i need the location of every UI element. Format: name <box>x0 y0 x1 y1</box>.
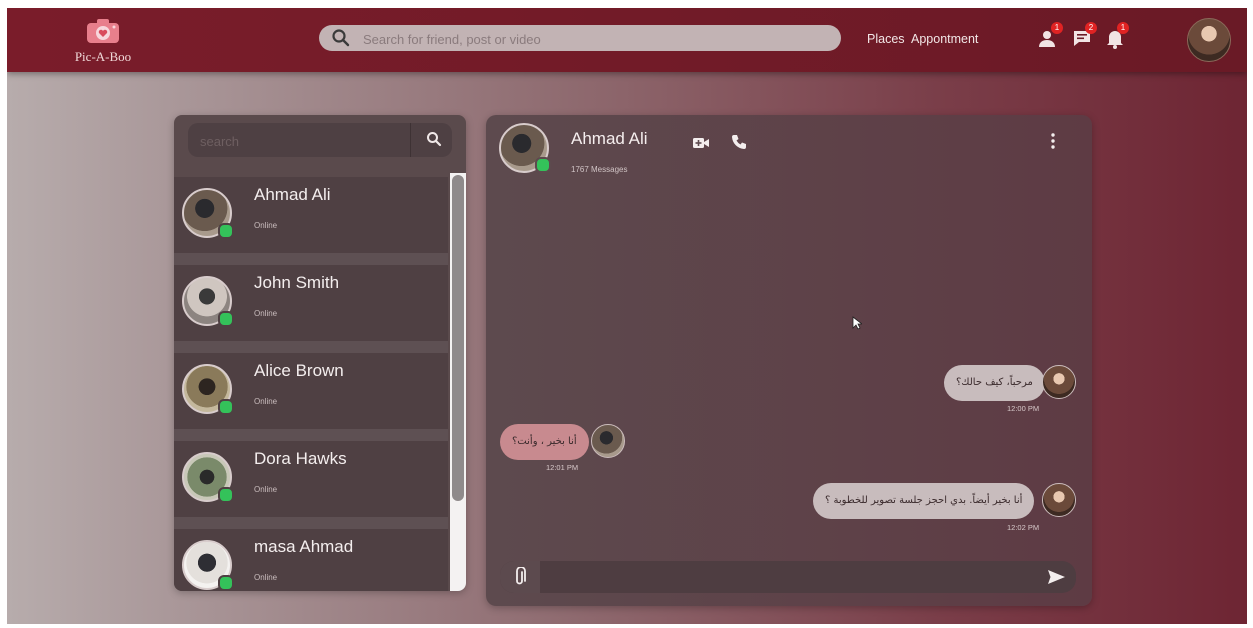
message-time: 12:01 PM <box>546 463 579 472</box>
sender-avatar <box>1042 483 1076 517</box>
logo-text: Pic-A-Boo <box>74 49 132 64</box>
phone-call-icon[interactable] <box>730 133 748 156</box>
friend-requests-badge: 1 <box>1051 22 1063 34</box>
contact-status: Online <box>254 573 278 582</box>
search-icon <box>331 28 351 53</box>
contact-status: Online <box>254 397 278 406</box>
video-call-icon[interactable] <box>692 136 710 155</box>
contact-item[interactable]: Alice Brown Online <box>174 341 448 429</box>
chat-panel: Ahmad Ali 1767 Messages مرحباً، كيف حالك… <box>486 115 1092 606</box>
contact-name: masa Ahmad <box>254 537 354 556</box>
online-indicator <box>218 575 234 591</box>
contact-separator <box>174 429 448 441</box>
contact-separator <box>174 517 448 529</box>
notifications-bell-icon[interactable]: 1 <box>1103 22 1129 50</box>
global-search-input[interactable] <box>361 25 825 53</box>
send-icon[interactable] <box>1046 567 1066 592</box>
message-time: 12:00 PM <box>1007 404 1040 413</box>
camera-heart-icon <box>86 18 120 44</box>
contact-item[interactable]: John Smith Online <box>174 253 448 341</box>
paperclip-icon <box>513 566 527 592</box>
online-indicator <box>218 487 234 503</box>
attach-button[interactable] <box>500 561 540 593</box>
search-divider <box>410 123 411 157</box>
contact-separator <box>174 341 448 353</box>
messages-icon[interactable]: 2 <box>1071 22 1097 50</box>
user-avatar[interactable] <box>1187 18 1231 62</box>
logo[interactable]: Pic-A-Boo <box>67 18 139 65</box>
nav-appointment[interactable]: Appontment <box>911 32 978 46</box>
online-indicator <box>218 311 234 327</box>
friend-requests-icon[interactable]: 1 <box>1037 22 1063 50</box>
contacts-panel: Ahmad Ali Online John Smith Online Alice… <box>174 115 466 591</box>
contact-status: Online <box>254 485 278 494</box>
messages-badge: 2 <box>1085 22 1097 34</box>
global-search-bar[interactable] <box>319 25 841 53</box>
contact-item[interactable]: Dora Hawks Online <box>174 429 448 517</box>
contacts-search[interactable] <box>188 123 452 159</box>
more-options-icon[interactable] <box>1050 132 1056 155</box>
sender-avatar <box>1042 365 1076 399</box>
contacts-scrollbar-thumb[interactable] <box>452 175 464 501</box>
message-bubble-received: أنا بخير ، وأنت؟ <box>500 424 589 460</box>
contacts-list: Ahmad Ali Online John Smith Online Alice… <box>174 177 448 591</box>
contact-name: Ahmad Ali <box>254 185 331 204</box>
contact-separator <box>174 253 448 265</box>
chat-contact-name: Ahmad Ali <box>571 129 648 148</box>
nav-places[interactable]: Places <box>867 32 905 46</box>
search-icon[interactable] <box>426 131 442 152</box>
contact-name: Dora Hawks <box>254 449 347 468</box>
contact-name: Alice Brown <box>254 361 344 380</box>
online-indicator <box>218 399 234 415</box>
top-navbar: Pic-A-Boo Places Appontment 1 2 1 <box>7 8 1247 72</box>
app-page: Pic-A-Boo Places Appontment 1 2 1 <box>7 8 1247 624</box>
mouse-cursor-icon <box>852 316 864 335</box>
contact-status: Online <box>254 309 278 318</box>
contact-item[interactable]: Ahmad Ali Online <box>174 177 448 253</box>
contact-item[interactable]: masa Ahmad Online <box>174 517 448 591</box>
message-bubble-sent: أنا بخير أيضاً. بدي احجز جلسة تصوير للخط… <box>813 483 1035 519</box>
online-indicator <box>535 157 551 173</box>
receiver-avatar <box>591 424 625 458</box>
contact-status: Online <box>254 221 278 230</box>
message-bubble-sent: مرحباً، كيف حالك؟ <box>944 365 1045 401</box>
contact-name: John Smith <box>254 273 340 292</box>
online-indicator <box>218 223 234 239</box>
contacts-search-input[interactable] <box>198 123 412 159</box>
notifications-badge: 1 <box>1117 22 1129 34</box>
message-composer <box>500 561 1076 595</box>
message-count: 1767 Messages <box>571 165 628 174</box>
message-time: 12:02 PM <box>1007 523 1040 532</box>
message-input[interactable] <box>544 561 1038 595</box>
